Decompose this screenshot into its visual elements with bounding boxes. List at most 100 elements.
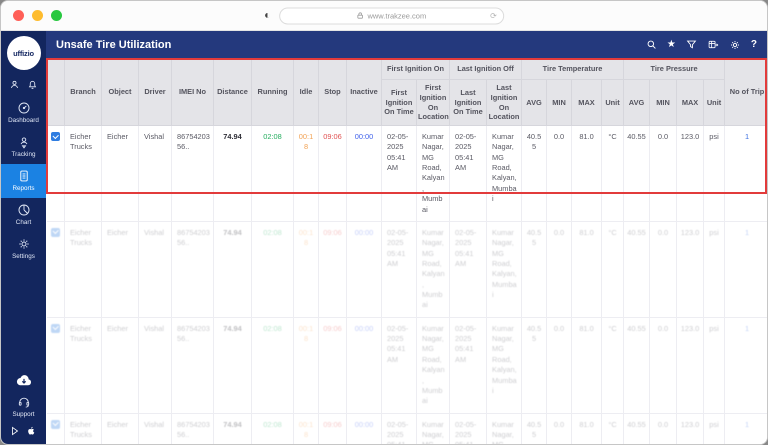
- table-row: Eicher Trucks Eicher Vishal 8675420356..…: [46, 125, 767, 222]
- pressure-unit-cell: psi: [703, 317, 726, 414]
- first-ignition-time-cell: 02-05-2025 05:41 AM: [381, 317, 417, 414]
- row-checkbox[interactable]: [50, 419, 60, 429]
- row-checkbox[interactable]: [50, 132, 60, 141]
- browser-chrome: ◐ www.trakzee.com ⟳: [1, 1, 767, 31]
- table-body: Eicher Trucks Eicher Vishal 8675420356..…: [46, 125, 767, 444]
- notification-bell-icon[interactable]: [27, 79, 38, 90]
- apple-icon[interactable]: [26, 425, 37, 437]
- column-header-pressure-min: MIN: [649, 79, 678, 126]
- temp-min-cell: 0.0: [546, 317, 573, 414]
- distance-cell: 74.94: [213, 221, 252, 318]
- sidebar-item-reports[interactable]: Reports: [1, 164, 46, 198]
- temp-max-cell: 81.0: [571, 413, 603, 444]
- temp-unit-cell: °C: [601, 413, 625, 444]
- support-headset-icon: [18, 397, 29, 408]
- cloud-download-icon: [16, 375, 31, 386]
- logo-text: uffizio: [13, 48, 34, 58]
- idle-cell: 00:18: [293, 125, 319, 222]
- pressure-max-cell: 123.0: [676, 125, 705, 222]
- pressure-unit-cell: psi: [703, 125, 726, 222]
- pressure-avg-cell: 40.55: [623, 413, 651, 444]
- object-cell: Eicher: [101, 125, 139, 222]
- pressure-min-cell: 0.0: [649, 125, 678, 222]
- pressure-unit-cell: psi: [703, 413, 726, 444]
- no-of-trip-cell[interactable]: 1: [724, 125, 767, 222]
- first-ignition-location-cell: Kumar Nagar, MG Road, Kalyan, Mumbai: [416, 221, 451, 318]
- export-icon[interactable]: [707, 39, 719, 50]
- idle-cell: 00:18: [293, 317, 319, 414]
- filter-icon[interactable]: [686, 39, 697, 50]
- page-header: Unsafe Tire Utilization ★ ?: [46, 31, 767, 58]
- temp-avg-cell: 40.55: [521, 413, 548, 444]
- branch-cell: Eicher Trucks: [64, 221, 102, 318]
- stop-cell: 09:06: [318, 413, 347, 444]
- sidebar-item-chart[interactable]: Chart: [1, 198, 46, 232]
- stop-cell: 09:06: [318, 221, 347, 318]
- address-bar[interactable]: www.trakzee.com ⟳: [278, 7, 504, 24]
- page-title: Unsafe Tire Utilization: [56, 38, 172, 51]
- sidebar-item-label: Chart: [15, 219, 32, 226]
- pressure-min-cell: 0.0: [649, 221, 678, 318]
- sidebar-item-label: Tracking: [11, 151, 36, 158]
- temp-max-cell: 81.0: [571, 221, 603, 318]
- temp-max-cell: 81.0: [571, 317, 603, 414]
- no-of-trip-cell[interactable]: 1: [724, 221, 767, 318]
- temp-unit-cell: °C: [601, 221, 625, 318]
- search-icon[interactable]: [646, 39, 657, 50]
- minimize-window-button[interactable]: [32, 10, 43, 21]
- sidebar-item-support[interactable]: Support: [12, 395, 35, 418]
- running-cell: 02:08: [251, 413, 294, 444]
- imei-cell: 8675420356..: [171, 125, 214, 222]
- sidebar-item-tracking[interactable]: Tracking: [1, 130, 46, 164]
- table-header: Branch Object Driver IMEI No Distance Ru…: [46, 58, 767, 126]
- settings-gear-icon: [18, 239, 29, 249]
- column-header-branch: Branch: [64, 58, 102, 126]
- distance-cell: 74.94: [213, 317, 252, 414]
- google-play-icon[interactable]: [10, 426, 20, 436]
- imei-cell: 8675420356..: [171, 413, 214, 444]
- pressure-avg-cell: 40.55: [623, 317, 651, 414]
- first-ignition-time-cell: 02-05-2025 05:41 AM: [381, 413, 417, 444]
- sidebar-item-label: Reports: [12, 185, 35, 192]
- column-header-last-ignition-time: Last Ignition On Time: [449, 79, 488, 126]
- sidebar: uffizio Dashboard Tracking Reports Chart: [1, 31, 46, 444]
- inactive-cell: 00:00: [346, 125, 382, 222]
- cloud-download-button[interactable]: [15, 373, 33, 387]
- column-header-object: Object: [101, 58, 139, 126]
- last-ignition-time-cell: 02-05-2025 05:41 AM: [449, 317, 488, 414]
- column-header-running: Running: [251, 58, 294, 126]
- close-window-button[interactable]: [13, 10, 24, 21]
- row-checkbox[interactable]: [50, 323, 60, 333]
- driver-cell: Vishal: [138, 413, 172, 444]
- settings-gear-icon[interactable]: [729, 39, 741, 51]
- branch-cell: Eicher Trucks: [64, 125, 102, 222]
- sidebar-item-settings[interactable]: Settings: [1, 232, 46, 266]
- first-ignition-time-cell: 02-05-2025 05:41 AM: [381, 221, 417, 318]
- report-table: Branch Object Driver IMEI No Distance Ru…: [46, 58, 767, 444]
- sidebar-item-label: Support: [12, 411, 35, 418]
- refresh-icon[interactable]: ⟳: [490, 11, 497, 20]
- branch-cell: Eicher Trucks: [64, 317, 102, 414]
- url-text: www.trakzee.com: [367, 11, 427, 20]
- select-cell: [46, 317, 65, 414]
- column-header-pressure-max: MAX: [676, 79, 705, 126]
- help-icon[interactable]: ?: [751, 39, 757, 50]
- column-header-first-ignition-location: First Ignition On Location: [415, 79, 451, 126]
- tracking-icon: [20, 137, 27, 149]
- no-of-trip-cell[interactable]: 1: [724, 413, 767, 444]
- no-of-trip-cell[interactable]: 1: [724, 317, 767, 414]
- column-header-no-of-trip: No of Trip: [724, 58, 767, 126]
- sidebar-item-dashboard[interactable]: Dashboard: [1, 96, 46, 130]
- first-ignition-location-cell: Kumar Nagar, MG Road, Kalyan, Mumbai: [416, 413, 451, 444]
- user-icon[interactable]: [9, 79, 20, 90]
- row-checkbox[interactable]: [50, 227, 60, 237]
- chart-pie-icon: [18, 204, 29, 216]
- maximize-window-button[interactable]: [51, 10, 62, 21]
- select-column-header: [46, 58, 65, 126]
- column-header-temp-avg: AVG: [521, 79, 548, 126]
- stop-cell: 09:06: [318, 317, 347, 414]
- pressure-max-cell: 123.0: [676, 221, 705, 318]
- favorite-star-icon[interactable]: ★: [667, 39, 676, 50]
- pressure-avg-cell: 40.55: [623, 125, 651, 222]
- privacy-shield-icon: ◐: [264, 9, 271, 22]
